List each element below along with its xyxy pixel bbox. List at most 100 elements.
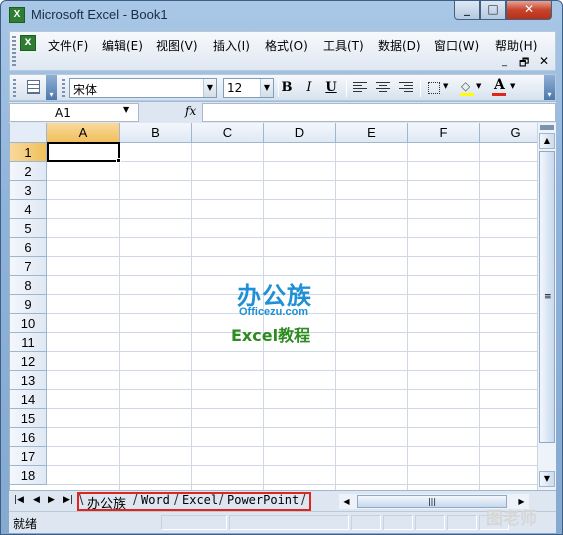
scroll-down-icon[interactable]: ▼ [539, 471, 555, 487]
menu-format[interactable]: 格式(O) [265, 37, 308, 54]
vertical-scroll-thumb[interactable]: ≡ [539, 151, 555, 443]
align-center-icon[interactable] [376, 82, 390, 94]
sheet-tab-excel[interactable]: Excel [182, 493, 218, 507]
workbook-close-button[interactable]: ✕ [539, 54, 549, 68]
borders-icon[interactable] [428, 82, 440, 94]
toolbar-grip-icon[interactable] [13, 79, 16, 97]
menu-file[interactable]: 文件(F) [48, 37, 88, 54]
scroll-up-icon[interactable]: ▲ [539, 133, 555, 149]
workbook-icon[interactable]: X [20, 35, 36, 51]
fill-color-swatch [460, 93, 474, 96]
column-header-f[interactable]: F [408, 123, 480, 143]
italic-button[interactable]: I [300, 80, 318, 96]
font-name-select[interactable]: 宋体 ▼ [69, 78, 217, 98]
name-box[interactable]: A1 ▼ [9, 103, 139, 122]
logo-site: Officezu.com [239, 306, 309, 318]
font-size-value: 12 [227, 81, 243, 95]
row-header-5[interactable]: 5 [10, 219, 47, 238]
next-sheet-icon[interactable]: ▶ [48, 495, 55, 505]
excel-window: X Microsoft Excel - Book1 _ □ ✕ X 文件(F) … [0, 0, 563, 535]
last-sheet-icon[interactable]: ▶| [63, 495, 73, 505]
workbook-minimize-button[interactable]: _ [502, 56, 507, 67]
row-header-1[interactable]: 1 [10, 143, 47, 162]
cells-icon[interactable] [27, 80, 40, 94]
toolbar-options-chevron-icon[interactable]: ▾ [544, 75, 555, 100]
title-bar[interactable]: X Microsoft Excel - Book1 _ □ ✕ [1, 1, 562, 29]
gridline [119, 143, 120, 490]
chevron-down-icon[interactable]: ▼ [476, 82, 481, 90]
excel-app-icon[interactable]: X [9, 7, 25, 23]
vertical-scrollbar[interactable]: ▲ ≡ ▼ [537, 123, 556, 490]
row-header-4[interactable]: 4 [10, 200, 47, 219]
row-header-14[interactable]: 14 [10, 390, 47, 409]
chevron-down-icon[interactable]: ▼ [510, 82, 515, 90]
font-name-value: 宋体 [73, 83, 98, 97]
formula-input[interactable] [202, 103, 556, 122]
toolbar-grip-icon[interactable] [62, 79, 65, 97]
row-header-18[interactable]: 18 [10, 466, 47, 485]
status-pane [415, 515, 445, 530]
logo-subtitle: Excel教程 [231, 326, 311, 345]
menu-tools[interactable]: 工具(T) [323, 37, 364, 54]
row-header-8[interactable]: 8 [10, 276, 47, 295]
tab-divider: / [301, 493, 306, 508]
row-header-10[interactable]: 10 [10, 314, 47, 333]
workbook-restore-button[interactable]: 🗗 [519, 54, 529, 73]
menu-edit[interactable]: 编辑(E) [102, 37, 143, 54]
menu-insert[interactable]: 插入(I) [213, 37, 250, 54]
toolbar-grip-icon[interactable] [12, 36, 16, 66]
select-all-corner[interactable] [10, 123, 47, 143]
align-right-icon[interactable] [399, 82, 413, 94]
sheet-tab-word[interactable]: Word [141, 493, 170, 507]
row-header-2[interactable]: 2 [10, 162, 47, 181]
previous-sheet-icon[interactable]: ◀ [33, 495, 40, 505]
gridline [191, 143, 192, 490]
chevron-down-icon[interactable]: ▼ [260, 79, 273, 97]
row-header-7[interactable]: 7 [10, 257, 47, 276]
chevron-down-icon[interactable]: ▼ [203, 79, 216, 97]
menu-window[interactable]: 窗口(W) [434, 37, 479, 54]
row-header-6[interactable]: 6 [10, 238, 47, 257]
split-box[interactable] [540, 125, 554, 130]
tab-divider: / [133, 493, 138, 508]
column-header-e[interactable]: E [336, 123, 408, 143]
name-box-value: A1 [55, 106, 71, 120]
minimize-button[interactable]: _ [454, 1, 480, 20]
row-header-11[interactable]: 11 [10, 333, 47, 352]
fill-color-icon[interactable]: ◇ [461, 79, 470, 93]
align-left-icon[interactable] [353, 82, 367, 94]
active-cell-a1[interactable] [47, 142, 120, 162]
chevron-down-icon[interactable]: ▼ [443, 82, 448, 90]
insert-function-icon[interactable]: fx [185, 104, 196, 118]
toolbar-options-chevron-icon[interactable]: ▾ [46, 75, 57, 100]
row-header-16[interactable]: 16 [10, 428, 47, 447]
column-header-a[interactable]: A [47, 123, 120, 143]
column-header-b[interactable]: B [120, 123, 192, 143]
row-header-9[interactable]: 9 [10, 295, 47, 314]
first-sheet-icon[interactable]: |◀ [14, 495, 24, 505]
row-header-15[interactable]: 15 [10, 409, 47, 428]
underline-button[interactable]: U [322, 80, 340, 96]
sheet-tab-powerpoint[interactable]: PowerPoint [227, 493, 299, 507]
font-size-select[interactable]: 12 ▼ [223, 78, 274, 98]
row-header-17[interactable]: 17 [10, 447, 47, 466]
sheet-tab-bangongzu[interactable]: 办公族 [87, 493, 126, 512]
bold-button[interactable]: B [278, 80, 296, 96]
row-header-12[interactable]: 12 [10, 352, 47, 371]
column-header-d[interactable]: D [264, 123, 336, 143]
row-header-3[interactable]: 3 [10, 181, 47, 200]
menu-data[interactable]: 数据(D) [378, 37, 421, 54]
scroll-left-icon[interactable]: ◀ [339, 494, 354, 509]
close-button[interactable]: ✕ [506, 1, 552, 20]
fill-handle[interactable] [116, 158, 121, 163]
grip-icon: ≡ [544, 292, 552, 302]
row-header-13[interactable]: 13 [10, 371, 47, 390]
maximize-button[interactable]: □ [480, 1, 506, 20]
formatting-toolbar: ▾ 宋体 ▼ 12 ▼ B I U ▼ ◇ ▼ A ▼ ▾ [9, 74, 556, 101]
chevron-down-icon[interactable]: ▼ [123, 105, 129, 114]
menu-view[interactable]: 视图(V) [156, 37, 198, 54]
column-header-c[interactable]: C [192, 123, 264, 143]
font-color-icon[interactable]: A [494, 77, 505, 93]
horizontal-scroll-thumb[interactable]: ||| [357, 495, 507, 508]
menu-help[interactable]: 帮助(H) [495, 37, 537, 54]
